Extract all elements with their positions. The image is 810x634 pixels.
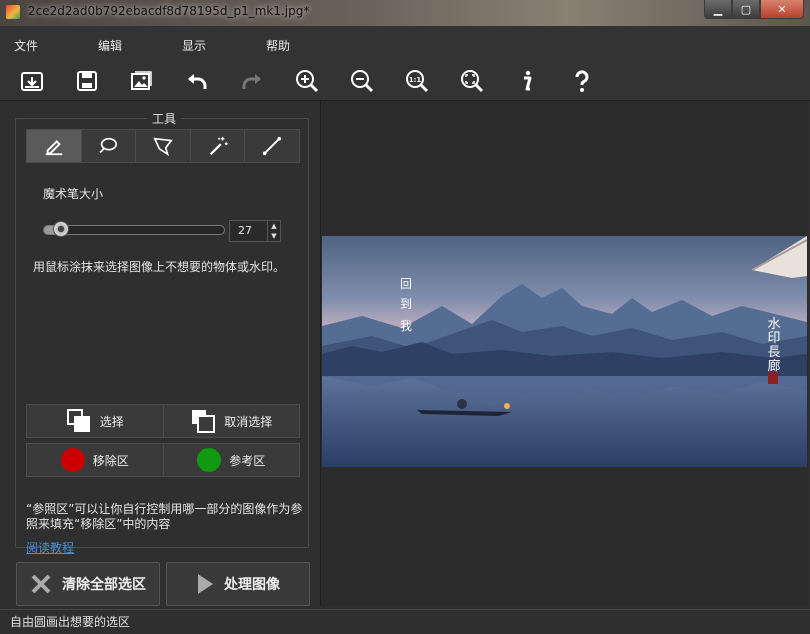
brush-size-slider-handle[interactable] bbox=[53, 221, 69, 237]
image-text-left-3: 我 bbox=[400, 319, 412, 333]
toolbar: 1:1 bbox=[0, 62, 810, 101]
deselect-label: 取消选择 bbox=[224, 414, 273, 429]
image-watermark-3: 長 bbox=[767, 345, 780, 360]
lasso-icon bbox=[99, 137, 118, 154]
tool-hint: 用鼠标涂抹来选择图像上不想要的物体或水印。 bbox=[33, 260, 286, 274]
loaded-image[interactable]: 回 到 我 水 印 長 廊 bbox=[322, 236, 807, 467]
play-icon bbox=[198, 574, 213, 594]
tools-group: 工具 魔术笔大小 27 ▲ ▼ 用鼠标涂抹来选择图像上不想要的物体或水印。 选择… bbox=[15, 110, 309, 555]
deselect-icon bbox=[192, 410, 216, 433]
zoom-out-icon[interactable] bbox=[348, 67, 376, 95]
close-button[interactable]: ✕ bbox=[760, 0, 804, 19]
status-text: 自由圆画出想要的选区 bbox=[10, 615, 131, 629]
status-bar: 自由圆画出想要的选区 bbox=[0, 609, 810, 634]
maximize-button[interactable]: ▢ bbox=[732, 0, 760, 19]
process-label: 处理图像 bbox=[224, 577, 280, 593]
polygon-lasso-tool[interactable] bbox=[136, 130, 191, 162]
remove-area-button[interactable]: 移除区 bbox=[27, 444, 164, 476]
select-icon bbox=[66, 409, 90, 432]
save-icon[interactable] bbox=[73, 67, 101, 95]
tool-selector bbox=[26, 129, 300, 163]
spin-down-icon[interactable]: ▼ bbox=[268, 231, 280, 241]
tools-panel: 工具 魔术笔大小 27 ▲ ▼ 用鼠标涂抹来选择图像上不想要的物体或水印。 选择… bbox=[0, 101, 318, 609]
reference-area-label: 参考区 bbox=[229, 453, 266, 468]
menu-help[interactable]: 帮助 bbox=[266, 37, 290, 54]
fit-window-icon[interactable] bbox=[458, 67, 486, 95]
select-label: 选择 bbox=[99, 414, 124, 429]
deselect-button[interactable]: 取消选择 bbox=[163, 405, 299, 437]
menu-bar: 文件 编辑 显示 帮助 bbox=[0, 26, 810, 62]
line-tool[interactable] bbox=[245, 130, 299, 162]
brush-size-label: 魔术笔大小 bbox=[43, 187, 104, 201]
line-icon bbox=[263, 136, 282, 156]
image-text-left-2: 到 bbox=[400, 297, 412, 311]
image-watermark-4: 廊 bbox=[767, 358, 780, 374]
actual-size-icon[interactable]: 1:1 bbox=[403, 67, 431, 95]
spin-up-icon[interactable]: ▲ bbox=[268, 221, 280, 231]
tools-group-title: 工具 bbox=[147, 110, 182, 127]
info-icon[interactable] bbox=[513, 67, 541, 95]
selection-buttons: 选择 取消选择 bbox=[26, 404, 300, 438]
magic-wand-icon bbox=[209, 136, 228, 156]
select-button[interactable]: 选择 bbox=[27, 405, 164, 437]
open-icon[interactable] bbox=[18, 67, 46, 95]
magic-wand-tool[interactable] bbox=[191, 130, 246, 162]
redo-icon[interactable] bbox=[238, 67, 266, 95]
batch-images-icon[interactable] bbox=[128, 67, 156, 95]
minimize-button[interactable]: ▁ bbox=[704, 0, 732, 19]
app-icon bbox=[6, 5, 20, 19]
image-watermark-2: 印 bbox=[767, 331, 780, 346]
marker-pen-tool[interactable] bbox=[27, 130, 82, 162]
marker-pen-icon bbox=[45, 140, 63, 156]
actual-size-label: 1:1 bbox=[409, 76, 422, 84]
remove-area-dot bbox=[60, 448, 85, 472]
tutorial-link[interactable]: 阅读教程 bbox=[26, 539, 74, 556]
undo-icon[interactable] bbox=[183, 67, 211, 95]
brush-size-spinbox[interactable]: 27 ▲ ▼ bbox=[229, 220, 281, 242]
reference-area-description: “参照区”可以让你自行控制用哪一部分的图像作为参照来填充“移除区”中的内容 bbox=[26, 502, 303, 531]
window-title: 2ce2d2ad0b792ebacdf8d78195d_p1_mk1.jpg* bbox=[28, 4, 310, 18]
reference-area-button[interactable]: 参考区 bbox=[163, 444, 299, 476]
process-image-button[interactable]: 处理图像 bbox=[166, 562, 310, 606]
clear-all-selections-button[interactable]: 清除全部选区 bbox=[16, 562, 160, 606]
remove-area-label: 移除区 bbox=[92, 453, 129, 468]
area-mode-buttons: 移除区 参考区 bbox=[26, 443, 300, 477]
brush-size-slider[interactable] bbox=[43, 225, 225, 235]
reference-area-dot bbox=[197, 448, 222, 472]
menu-edit[interactable]: 编辑 bbox=[98, 37, 122, 54]
zoom-in-icon[interactable] bbox=[293, 67, 321, 95]
title-bar: 2ce2d2ad0b792ebacdf8d78195d_p1_mk1.jpg* … bbox=[0, 0, 810, 26]
help-icon[interactable] bbox=[568, 67, 596, 95]
menu-file[interactable]: 文件 bbox=[14, 37, 38, 54]
window-controls: ▁ ▢ ✕ bbox=[704, 0, 804, 19]
clear-icon bbox=[31, 574, 51, 594]
lasso-tool[interactable] bbox=[82, 130, 137, 162]
image-text-left-1: 回 bbox=[400, 277, 412, 291]
image-watermark-1: 水 bbox=[767, 317, 780, 332]
brush-size-value[interactable]: 27 bbox=[230, 221, 267, 241]
menu-view[interactable]: 显示 bbox=[182, 37, 206, 54]
polygon-lasso-icon bbox=[153, 137, 173, 157]
clear-all-label: 清除全部选区 bbox=[62, 577, 146, 593]
image-canvas[interactable]: 回 到 我 水 印 長 廊 bbox=[320, 101, 808, 606]
